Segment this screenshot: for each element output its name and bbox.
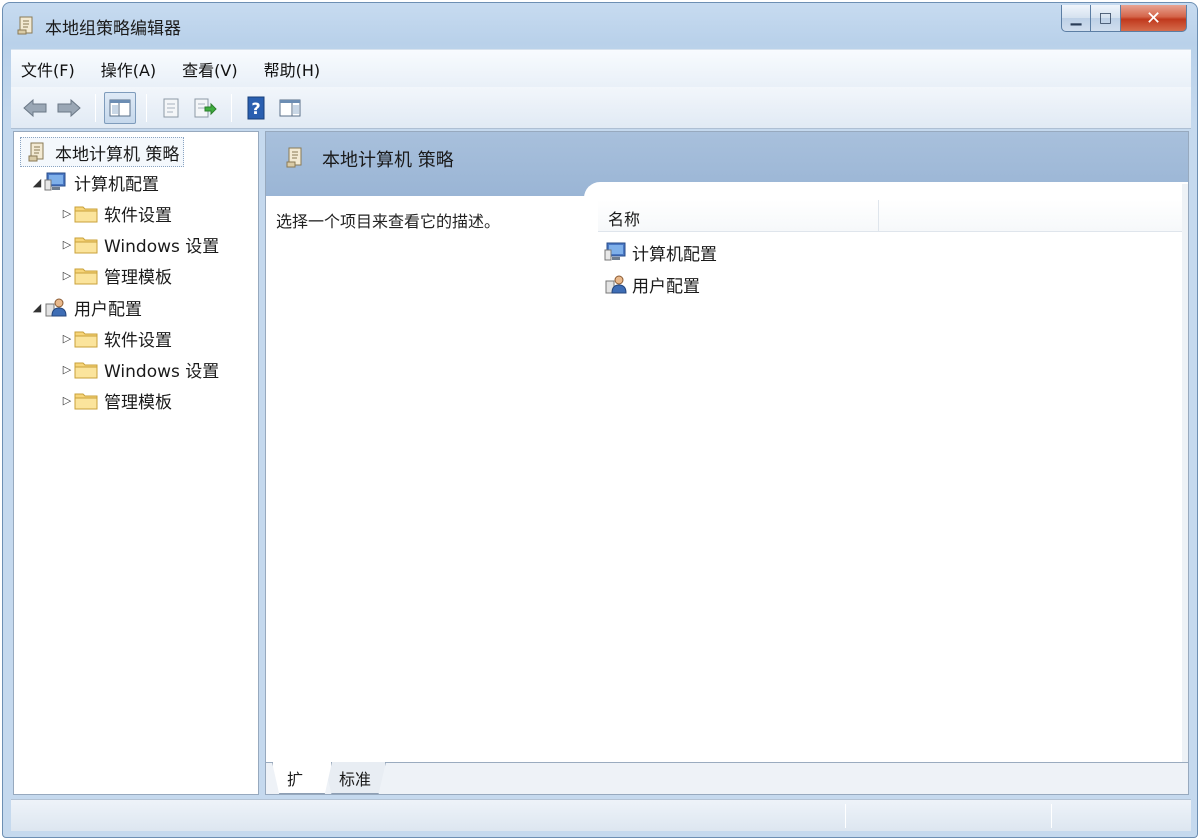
maximize-button[interactable]: □ xyxy=(1091,5,1121,32)
column-header-name[interactable]: 名称 xyxy=(598,200,1188,232)
title-bar[interactable]: 本地组策略编辑器 ▁ □ ✕ xyxy=(3,3,1197,45)
column-label: 名称 xyxy=(608,210,641,229)
menu-view[interactable]: 查看(V) xyxy=(182,53,237,85)
tree-label: 管理模板 xyxy=(104,392,172,413)
window-controls: ▁ □ ✕ xyxy=(1061,5,1187,33)
tab-extended[interactable]: 扩展 xyxy=(272,762,332,794)
list-item-user-config[interactable]: 用户配置 xyxy=(604,270,700,298)
details-pane: 本地计算机 策略 选择一个项目来查看它的描述。 名称 计算机配置 用户配置 标准… xyxy=(265,131,1189,795)
tree-label: 管理模板 xyxy=(104,267,172,288)
view-tabs: 标准 扩展 xyxy=(266,762,1188,794)
description-panel: 选择一个项目来查看它的描述。 xyxy=(266,196,584,762)
folder-icon xyxy=(74,358,98,380)
item-list: 名称 计算机配置 用户配置 xyxy=(584,182,1188,762)
help-icon: ? xyxy=(247,96,265,119)
window-title: 本地组策略编辑器 xyxy=(45,19,181,39)
status-separator xyxy=(1051,804,1052,828)
tab-label: 标准 xyxy=(339,770,372,789)
close-button[interactable]: ✕ xyxy=(1121,5,1187,32)
tree-item-computer-software-settings[interactable]: ▷ 软件设置 xyxy=(60,199,172,227)
tree-item-computer-windows-settings[interactable]: ▷ Windows 设置 xyxy=(60,230,220,258)
tree-item-computer-config[interactable]: ◢ 计算机配置 xyxy=(30,168,159,196)
tree-label: 软件设置 xyxy=(104,330,172,351)
tab-standard[interactable]: 标准 xyxy=(324,762,386,794)
column-divider[interactable] xyxy=(878,200,879,232)
folder-icon xyxy=(74,389,98,411)
menu-bar: 文件(F) 操作(A) 查看(V) 帮助(H) xyxy=(11,49,1191,87)
policy-scroll-icon xyxy=(25,141,49,163)
details-title: 本地计算机 策略 xyxy=(322,150,454,171)
user-config-icon xyxy=(44,296,68,318)
tree-item-user-windows-settings[interactable]: ▷ Windows 设置 xyxy=(60,355,220,383)
forward-button[interactable] xyxy=(53,92,85,124)
back-icon xyxy=(23,98,47,117)
help-button[interactable]: ? xyxy=(240,92,272,124)
expand-arrow-icon[interactable]: ▷ xyxy=(60,269,74,282)
collapse-arrow-icon[interactable]: ◢ xyxy=(30,176,44,189)
properties-icon xyxy=(163,98,179,117)
navigation-tree: 本地计算机 策略 ◢ 计算机配置 ▷ 软件设置 ▷ Windows 设置 ▷ 管… xyxy=(13,131,259,795)
tree-label: 本地计算机 策略 xyxy=(55,144,180,165)
policy-scroll-icon xyxy=(286,147,302,168)
list-item-computer-config[interactable]: 计算机配置 xyxy=(604,238,717,266)
close-icon: ✕ xyxy=(1145,7,1162,29)
show-hide-action-pane-icon xyxy=(279,99,301,116)
tree-label: Windows 设置 xyxy=(104,236,220,257)
menu-help[interactable]: 帮助(H) xyxy=(264,53,321,85)
tree-item-computer-admin-templates[interactable]: ▷ 管理模板 xyxy=(60,261,172,289)
tree-label: 软件设置 xyxy=(104,205,172,226)
status-bar xyxy=(11,799,1191,831)
minimize-icon: ▁ xyxy=(1070,10,1082,26)
tab-label: 扩展 xyxy=(287,770,304,789)
minimize-button[interactable]: ▁ xyxy=(1061,5,1091,32)
tree-item-user-admin-templates[interactable]: ▷ 管理模板 xyxy=(60,386,172,414)
folder-icon xyxy=(74,264,98,286)
user-config-icon xyxy=(604,273,628,295)
description-text: 选择一个项目来查看它的描述。 xyxy=(276,212,501,231)
folder-icon xyxy=(74,327,98,349)
computer-config-icon xyxy=(44,171,68,193)
menu-action[interactable]: 操作(A) xyxy=(101,53,156,85)
expand-arrow-icon[interactable]: ▷ xyxy=(60,207,74,220)
toolbar-separator xyxy=(231,93,232,122)
list-item-label: 用户配置 xyxy=(632,276,700,297)
list-item-label: 计算机配置 xyxy=(632,244,717,265)
toolbar: ? xyxy=(11,87,1191,129)
folder-icon xyxy=(74,233,98,255)
export-list-icon xyxy=(194,98,217,117)
menu-file[interactable]: 文件(F) xyxy=(21,53,75,85)
properties-button[interactable] xyxy=(155,92,187,124)
maximize-icon: □ xyxy=(1098,10,1113,26)
expand-arrow-icon[interactable]: ▷ xyxy=(60,238,74,251)
policy-scroll-icon xyxy=(17,16,33,35)
tree-item-user-config[interactable]: ◢ 用户配置 xyxy=(30,293,142,321)
vertical-scrollbar[interactable] xyxy=(1182,184,1188,762)
status-separator xyxy=(845,804,846,828)
tree-item-user-software-settings[interactable]: ▷ 软件设置 xyxy=(60,324,172,352)
forward-icon xyxy=(57,98,81,117)
svg-text:?: ? xyxy=(251,99,260,118)
computer-config-icon xyxy=(604,241,628,263)
export-list-button[interactable] xyxy=(189,92,221,124)
tree-item-local-computer-policy[interactable]: 本地计算机 策略 xyxy=(20,137,185,167)
tree-label: Windows 设置 xyxy=(104,361,220,382)
tree-label: 用户配置 xyxy=(74,299,142,320)
tree-label: 计算机配置 xyxy=(74,174,159,195)
folder-icon xyxy=(74,202,98,224)
show-hide-action-pane-button[interactable] xyxy=(274,92,306,124)
toolbar-separator xyxy=(95,93,96,122)
expand-arrow-icon[interactable]: ▷ xyxy=(60,394,74,407)
show-hide-tree-icon xyxy=(109,99,131,116)
toolbar-separator xyxy=(146,93,147,122)
main-window: 本地组策略编辑器 ▁ □ ✕ 文件(F) 操作(A) 查看(V) 帮助(H) ?… xyxy=(2,2,1198,838)
show-hide-tree-button[interactable] xyxy=(104,91,136,124)
collapse-arrow-icon[interactable]: ◢ xyxy=(30,301,44,314)
back-button[interactable] xyxy=(19,92,51,124)
expand-arrow-icon[interactable]: ▷ xyxy=(60,363,74,376)
expand-arrow-icon[interactable]: ▷ xyxy=(60,332,74,345)
